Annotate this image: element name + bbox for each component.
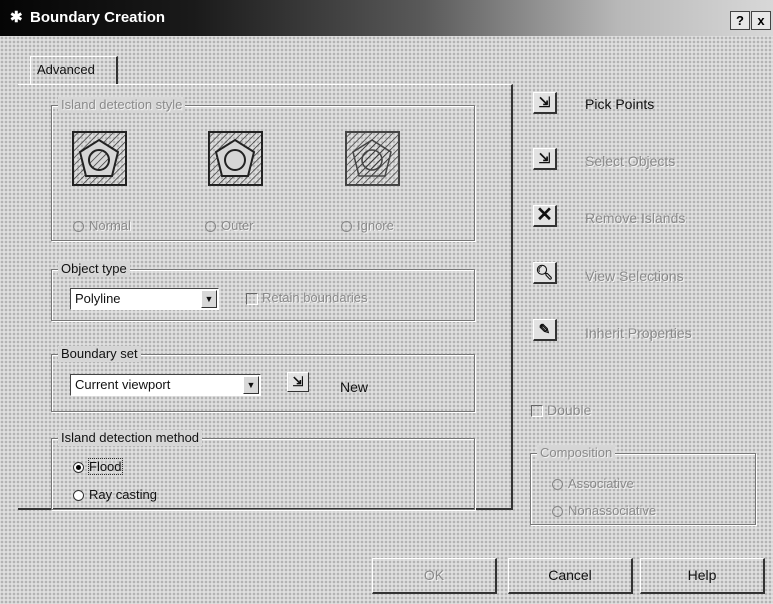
flood-radio[interactable]: Flood: [73, 458, 123, 475]
help-question-button[interactable]: ?: [730, 11, 750, 30]
inherit-properties-label[interactable]: Inherit Properties: [585, 325, 692, 341]
remove-islands-icon: ✕: [536, 204, 553, 226]
inherit-properties-button[interactable]: ✎: [533, 319, 557, 341]
tab-advanced[interactable]: Advanced: [30, 56, 118, 84]
new-label: New: [340, 379, 369, 395]
object-type-value: Polyline: [75, 291, 121, 306]
pick-points-button[interactable]: ⇲: [533, 92, 557, 114]
island-detection-method-title: Island detection method: [58, 430, 203, 446]
ignore-style-preview: [345, 131, 400, 186]
pick-points-icon: ⇲: [538, 94, 551, 110]
outer-radio[interactable]: Outer: [205, 218, 254, 233]
associative-label: Associative: [568, 476, 634, 491]
outer-style-preview: [208, 131, 263, 186]
chevron-down-icon[interactable]: ▼: [201, 290, 217, 308]
associative-radio[interactable]: Associative: [552, 476, 634, 491]
remove-islands-button[interactable]: ✕: [533, 205, 557, 227]
new-boundary-set-button[interactable]: ⇲: [287, 372, 309, 392]
nonassociative-label: Nonassociative: [568, 503, 657, 518]
view-selections-button[interactable]: 🔍︎: [533, 262, 557, 284]
object-type-title: Object type: [58, 261, 130, 277]
ignore-radio-button[interactable]: [341, 221, 352, 233]
ray-casting-radio[interactable]: Ray casting: [73, 487, 157, 502]
pick-points-label[interactable]: Pick Points: [585, 96, 654, 112]
ray-casting-label: Ray casting: [89, 487, 157, 502]
boundary-set-title: Boundary set: [58, 346, 141, 362]
select-objects-button[interactable]: ⇲: [533, 148, 557, 170]
flood-label: Flood: [88, 458, 123, 475]
normal-style-preview: [72, 131, 127, 186]
hatch-icon: ✱: [10, 9, 23, 26]
cancel-button[interactable]: Cancel: [508, 558, 633, 594]
composition-title: Composition: [537, 445, 616, 461]
normal-radio-button[interactable]: [73, 221, 84, 233]
island-detection-style-title: Island detection style: [58, 97, 186, 113]
double-label: Double: [547, 402, 592, 418]
nonassociative-radio[interactable]: Nonassociative: [552, 503, 656, 518]
retain-boundaries-checkbox[interactable]: Retain boundaries: [246, 290, 368, 305]
magnifier-icon: 🔍︎: [535, 264, 554, 280]
remove-islands-label[interactable]: Remove Islands: [585, 210, 685, 226]
boundary-set-value: Current viewport: [75, 377, 171, 392]
flood-radio-button[interactable]: [73, 462, 84, 474]
outer-radio-button[interactable]: [205, 221, 216, 233]
ignore-label: Ignore: [357, 218, 394, 233]
retain-boundaries-check[interactable]: [246, 292, 258, 305]
select-objects-icon: ⇲: [538, 150, 551, 166]
ray-casting-radio-button[interactable]: [73, 490, 84, 502]
double-checkbox[interactable]: Double: [531, 402, 591, 418]
object-type-select[interactable]: Polyline ▼: [70, 288, 219, 310]
view-selections-label[interactable]: View Selections: [585, 268, 684, 284]
window-title: Boundary Creation: [30, 9, 166, 26]
outer-label: Outer: [221, 218, 254, 233]
ok-button[interactable]: OK: [372, 558, 497, 594]
normal-label: Normal: [89, 218, 131, 233]
brush-icon: ✎: [538, 321, 551, 337]
help-button[interactable]: Help: [640, 558, 765, 594]
ignore-radio[interactable]: Ignore: [341, 218, 394, 233]
nonassociative-radio-button[interactable]: [552, 506, 563, 518]
close-button[interactable]: x: [751, 11, 771, 30]
pick-arrow-icon: ⇲: [292, 374, 304, 389]
select-objects-label[interactable]: Select Objects: [585, 153, 675, 169]
normal-radio[interactable]: Normal: [73, 218, 131, 233]
boundary-set-select[interactable]: Current viewport ▼: [70, 374, 261, 396]
chevron-down-icon[interactable]: ▼: [243, 376, 259, 394]
retain-boundaries-label: Retain boundaries: [262, 290, 368, 305]
double-check[interactable]: [531, 405, 543, 418]
associative-radio-button[interactable]: [552, 479, 563, 491]
